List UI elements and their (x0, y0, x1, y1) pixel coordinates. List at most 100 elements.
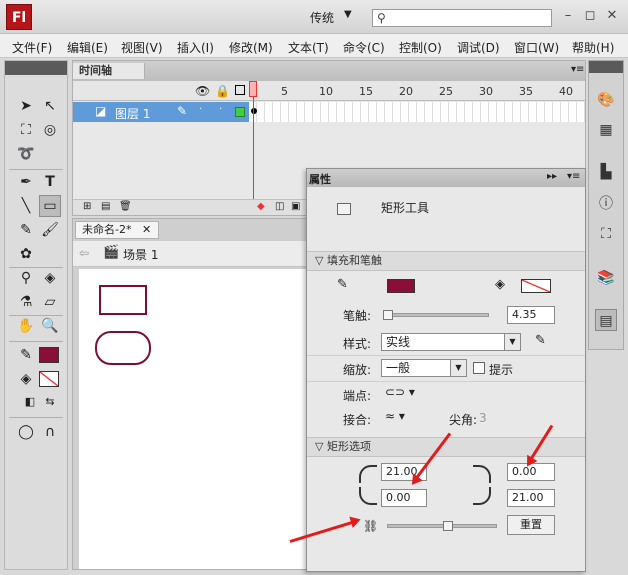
pen-tool-icon[interactable]: ✒ (15, 171, 37, 193)
frame-cells[interactable] (249, 102, 585, 122)
panel-menu-icon[interactable]: ▾≡ (567, 171, 580, 182)
pencil-tool-icon[interactable]: ✎ (15, 219, 37, 241)
layer-outline-color[interactable] (235, 107, 245, 117)
lock-dot[interactable]: · (219, 104, 222, 115)
menu-debug[interactable]: 调试(D) (457, 39, 500, 56)
reset-button[interactable]: 重置 (507, 515, 555, 535)
playhead[interactable] (249, 81, 257, 97)
trash-icon[interactable]: 🗑 (119, 201, 132, 212)
rectangle-tool-icon[interactable]: ▭ (39, 195, 61, 217)
deco-tool-icon[interactable]: ✿ (15, 243, 37, 265)
menu-file[interactable]: 文件(F) (12, 39, 52, 56)
timeline-tab[interactable]: 时间轴 (73, 63, 145, 79)
library-icon[interactable]: 📚 (595, 267, 617, 289)
black-white-icon[interactable]: ◧ (19, 391, 41, 413)
menu-help[interactable]: 帮助(H) (572, 39, 614, 56)
join-select[interactable]: ≈ ▾ (385, 409, 405, 423)
menu-modify[interactable]: 修改(M) (229, 39, 273, 56)
cap-select[interactable]: ⊂⊃ ▾ (385, 385, 415, 399)
snap-magnet-icon[interactable]: ∩ (39, 421, 61, 443)
stroke-slider-handle[interactable] (383, 310, 393, 320)
eyedropper-tool-icon[interactable]: ⚗ (15, 291, 37, 313)
menu-commands[interactable]: 命令(C) (343, 39, 385, 56)
layer-row[interactable]: ◪ 图层 1 ✎ · · (73, 102, 249, 122)
color-palette-icon[interactable]: 🎨 (595, 89, 617, 111)
corner-slider-handle[interactable] (443, 521, 453, 531)
corner-radius-bottom-left-input[interactable]: 0.00 (381, 489, 427, 507)
search-input[interactable]: ⚲ (372, 9, 552, 27)
eye-icon[interactable]: 👁 (195, 84, 210, 98)
3d-rotation-tool-icon[interactable]: ◎ (39, 119, 61, 141)
menu-insert[interactable]: 插入(I) (177, 39, 214, 56)
stroke-width-input[interactable]: 4.35 (507, 306, 555, 324)
menu-view[interactable]: 视图(V) (121, 39, 163, 56)
new-layer-icon[interactable]: ⊞ (83, 201, 91, 212)
menu-window[interactable]: 窗口(W) (514, 39, 559, 56)
menu-edit[interactable]: 编辑(E) (67, 39, 108, 56)
selection-tool-icon[interactable]: ➤ (15, 95, 37, 117)
properties-icon[interactable]: ▤ (595, 309, 617, 331)
layer-name[interactable]: 图层 1 (115, 105, 150, 122)
back-arrow-icon[interactable]: ⇦ (79, 246, 89, 260)
corner-slider-track[interactable] (387, 524, 497, 528)
hand-tool-icon[interactable]: ✋ (15, 315, 37, 337)
rectangle-shape[interactable] (99, 285, 147, 315)
style-select[interactable]: 实线 ▼ (381, 333, 521, 351)
edit-stroke-style-icon[interactable]: ✎ (535, 333, 546, 348)
bone-tool-icon[interactable]: ⚲ (15, 267, 37, 289)
stroke-color-swatch[interactable] (39, 347, 59, 363)
transform-icon[interactable]: ⛶ (595, 223, 617, 245)
onion-skin-icon[interactable]: ◫ (275, 201, 284, 212)
hint-checkbox[interactable] (473, 362, 485, 374)
new-folder-icon[interactable]: ▤ (101, 201, 110, 212)
swap-colors-icon[interactable]: ⇆ (39, 391, 61, 413)
panel-menu-icon[interactable]: ▾≡ (571, 64, 584, 75)
zoom-tool-icon[interactable]: 🔍 (39, 315, 61, 337)
fill-stroke-section[interactable]: ▽ 填充和笔触 (307, 251, 585, 271)
text-tool-icon[interactable]: T (39, 171, 61, 193)
lasso-tool-icon[interactable]: ➰ (15, 143, 37, 165)
brush-tool-icon[interactable]: 🖌 (39, 219, 61, 241)
stroke-color-swatch[interactable] (387, 279, 415, 293)
scale-select[interactable]: 一般 ▼ (381, 359, 467, 377)
document-tab[interactable]: 未命名-2* ✕ (75, 221, 159, 239)
rounded-rectangle-shape[interactable] (95, 331, 151, 365)
align-icon[interactable]: ▙ (595, 161, 617, 183)
link-icon[interactable]: ⛓ (363, 519, 378, 533)
outline-icon[interactable] (235, 85, 245, 95)
lock-icon[interactable]: 🔒 (215, 84, 230, 98)
menu-control[interactable]: 控制(O) (399, 39, 442, 56)
miter-value[interactable]: 3 (479, 411, 487, 425)
tools-panel-header[interactable] (5, 61, 67, 75)
subselection-tool-icon[interactable]: ↖ (39, 95, 61, 117)
corner-radius-bottom-right-input[interactable]: 21.00 (507, 489, 555, 507)
restore-button[interactable]: ◻ (580, 6, 600, 26)
object-drawing-icon[interactable]: ◯ (15, 421, 37, 443)
stroke-slider-track[interactable] (385, 313, 489, 317)
eraser-tool-icon[interactable]: ▱ (39, 291, 61, 313)
canvas[interactable] (79, 269, 307, 569)
scene-label[interactable]: 场景 1 (123, 246, 158, 263)
close-icon[interactable]: ✕ (142, 222, 151, 238)
info-icon[interactable]: ⓘ (595, 193, 617, 215)
minimize-button[interactable]: – (558, 6, 578, 26)
onion-outline-icon[interactable]: ▣ (291, 201, 300, 212)
properties-tab[interactable]: 属性 (309, 171, 331, 187)
paint-bucket-icon: ◈ (495, 277, 505, 292)
paint-bucket-tool-icon[interactable]: ◈ (39, 267, 61, 289)
keyframe-dot[interactable] (251, 108, 257, 114)
center-frame-icon[interactable]: ◆ (257, 201, 265, 212)
close-button[interactable]: ✕ (602, 6, 622, 26)
fill-color-swatch[interactable] (39, 371, 59, 387)
dock-header[interactable] (589, 61, 623, 73)
swatches-icon[interactable]: ▦ (595, 119, 617, 141)
workspace-switcher[interactable]: 传统 (310, 9, 334, 26)
line-tool-icon[interactable]: ╲ (15, 195, 37, 217)
free-transform-tool-icon[interactable]: ⛶ (15, 119, 37, 141)
menu-text[interactable]: 文本(T) (288, 39, 329, 56)
collapse-icon[interactable]: ▸▸ (547, 171, 557, 182)
visibility-dot[interactable]: · (199, 104, 202, 115)
fill-color-swatch[interactable] (521, 279, 551, 293)
corner-top-left-icon (359, 465, 377, 483)
chevron-down-icon[interactable]: ▼ (344, 9, 352, 20)
